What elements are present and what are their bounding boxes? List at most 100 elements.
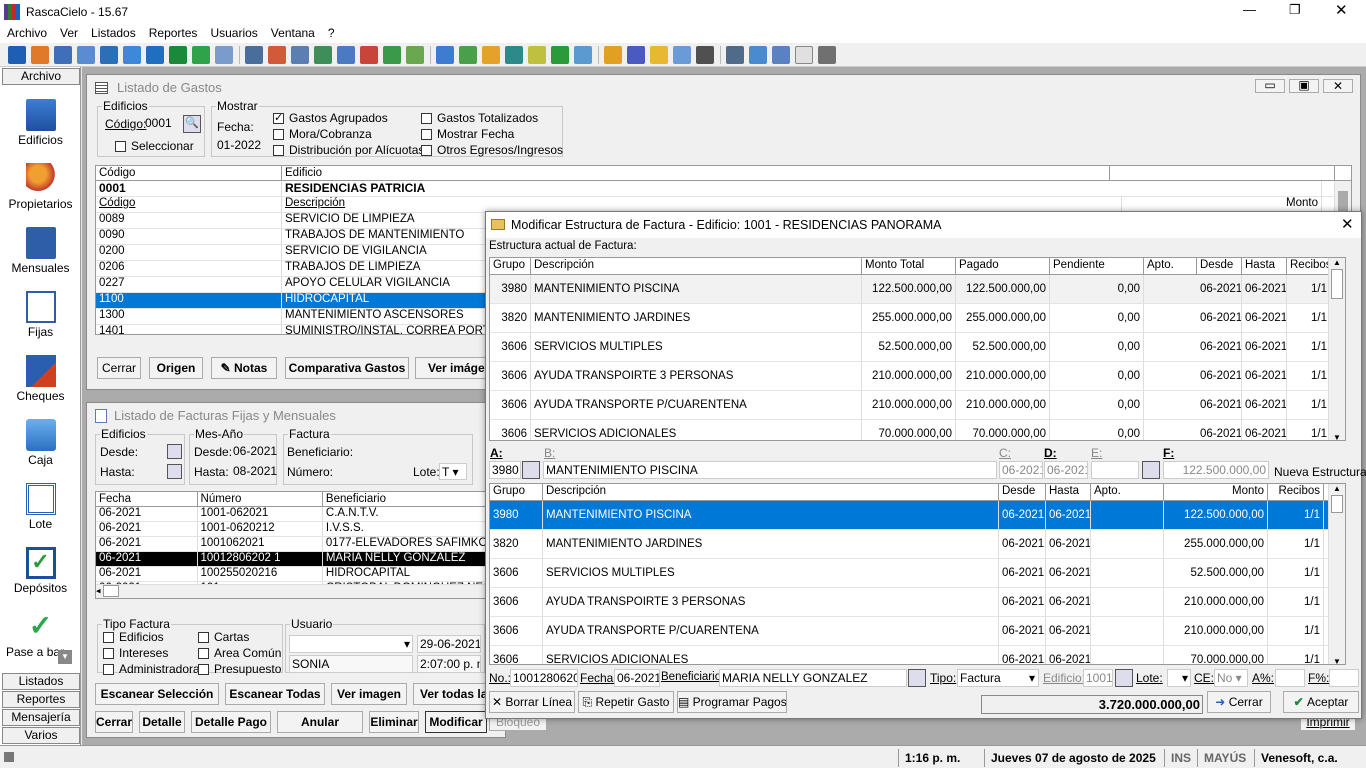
lote-select[interactable]: T ▾ <box>439 463 467 480</box>
repetir-gasto-button[interactable]: ⎘ Repetir Gasto <box>578 691 674 713</box>
check-area-comun[interactable]: Area Común <box>198 646 281 660</box>
col-beneficiario[interactable]: Beneficiario <box>323 492 506 506</box>
col-monto[interactable]: Monto <box>1164 484 1268 500</box>
mail-tool-icon[interactable] <box>673 45 691 64</box>
grid-tool-icon[interactable] <box>482 45 500 64</box>
usuario-select[interactable]: ▾ <box>289 635 413 653</box>
col-apto[interactable]: Apto. <box>1091 484 1164 500</box>
menu-help[interactable]: ? <box>321 24 341 40</box>
checkbox-box[interactable] <box>421 129 432 141</box>
checkbox-box[interactable] <box>103 664 114 676</box>
scroll-thumb[interactable] <box>1338 191 1348 211</box>
table-row[interactable]: 06-2021 1001-0620212 I.V.S.S. <box>96 522 506 537</box>
minimize-button[interactable]: — <box>1243 2 1256 17</box>
actual-scrollbar[interactable]: ▲ ▼ <box>1328 258 1345 440</box>
menu-reportes[interactable]: Reportes <box>142 24 204 40</box>
scroll-down-icon[interactable]: ▼ <box>1329 657 1345 664</box>
table-row[interactable]: 3606 AYUDA TRANSPOIRTE 3 PERSONAS 210.000.… <box>490 362 1345 391</box>
estructura-actual-grid[interactable]: Grupo Descripción Monto Total Pagado Pendien… <box>489 257 1346 441</box>
menu-ver[interactable]: Ver <box>53 24 84 40</box>
a-percent-input[interactable] <box>1275 669 1305 687</box>
col-apto[interactable]: Apto. <box>1144 258 1197 274</box>
sidebar-section-mensajeria[interactable]: Mensajería <box>2 709 80 726</box>
escanear-seleccion-button[interactable]: Escanear Selección <box>95 683 219 705</box>
check-edificios[interactable]: Edificios <box>103 630 164 644</box>
printer-tool-icon[interactable] <box>818 45 836 64</box>
check-cartas[interactable]: Cartas <box>198 630 249 644</box>
fecha-input[interactable]: 06-2021 <box>614 669 660 687</box>
table-row[interactable]: 3606 SERVICIOS MULTIPLES 06-2021 06-2021 52.… <box>490 559 1345 588</box>
sidebar-section-listados[interactable]: Listados <box>2 673 80 690</box>
ver-imagen-button[interactable]: Ver imagen <box>331 683 407 705</box>
gastos-close-button[interactable]: ✕ <box>1323 79 1353 93</box>
sidebar-item-caja[interactable]: Caja <box>0 419 81 467</box>
table-row[interactable]: 3820 MANTENIMIENTO JARDINES 255.000.000,00… <box>490 304 1345 333</box>
table-row[interactable]: 3606 SERVICIOS MULTIPLES 52.500.000,00 52.5… <box>490 333 1345 362</box>
checkbox-box[interactable] <box>198 632 209 644</box>
scroll-down-icon[interactable]: ▼ <box>1329 433 1345 440</box>
col-hasta[interactable]: Hasta <box>1046 484 1091 500</box>
image-tool-icon[interactable] <box>215 45 233 64</box>
search-icon[interactable] <box>522 461 540 479</box>
sidebar-item-depositos[interactable]: ✓ Depósitos <box>0 547 81 595</box>
codigo-input[interactable]: 0001 <box>143 115 183 133</box>
sidebar-section-reportes[interactable]: Reportes <box>2 691 80 708</box>
check-mostrar-fecha[interactable]: Mostrar Fecha <box>421 127 514 141</box>
mes-hasta-value[interactable]: 08-2021 <box>233 464 277 478</box>
sidebar-section-varios[interactable]: Varios <box>2 727 80 744</box>
detalle-pago-button[interactable]: Detalle Pago <box>191 711 271 733</box>
mes-desde-value[interactable]: 06-2021 <box>233 444 277 458</box>
col-fecha[interactable]: Fecha <box>96 492 198 506</box>
facturas-grid[interactable]: Fecha Número Beneficiario 06-2021 1001-0620… <box>95 491 507 599</box>
pen-tool-icon[interactable] <box>459 45 477 64</box>
h-scrollbar[interactable]: ◂ <box>96 584 506 598</box>
grupo-input[interactable]: 3980 <box>489 461 521 479</box>
scroll-thumb[interactable] <box>1331 495 1343 513</box>
close-button[interactable]: ✕ <box>1335 1 1348 19</box>
cerrar-button[interactable]: ➜ Cerrar <box>1207 691 1271 713</box>
checkbox-box[interactable] <box>273 129 284 141</box>
sidebar-item-fijas[interactable]: Fijas <box>0 291 81 339</box>
table-row[interactable]: 3606 AYUDA TRANSPOIRTE 3 PERSONAS 06-2021 0… <box>490 588 1345 617</box>
doc-edit-tool-icon[interactable] <box>337 45 355 64</box>
fixed-tool-icon[interactable] <box>77 45 95 64</box>
owners-tool-icon[interactable] <box>31 45 49 64</box>
menu-usuarios[interactable]: Usuarios <box>203 24 263 40</box>
checkbox-box[interactable] <box>421 113 432 125</box>
col-grupo[interactable]: Grupo <box>490 484 543 500</box>
borrar-linea-button[interactable]: ✕ Borrar Línea <box>489 691 575 713</box>
checkbox-box[interactable] <box>273 145 284 157</box>
table-row[interactable]: 3820 MANTENIMIENTO JARDINES 06-2021 06-2021… <box>490 530 1345 559</box>
lote-select[interactable]: ▾ <box>1167 669 1191 687</box>
search-icon[interactable] <box>908 669 926 687</box>
col-descripcion[interactable]: Descripción <box>543 484 999 500</box>
menu-listados[interactable]: Listados <box>84 24 142 40</box>
check-administradora[interactable]: Administradora <box>103 662 200 676</box>
checkbox-box[interactable] <box>273 111 284 125</box>
gastos-maximize-button[interactable]: ▣ <box>1289 79 1319 93</box>
report-tool-icon[interactable] <box>268 45 286 64</box>
check-intereses[interactable]: Intereses <box>103 646 168 660</box>
pass-tool-icon[interactable] <box>192 45 210 64</box>
open-folder-tool-icon[interactable] <box>650 45 668 64</box>
table-row[interactable]: 06-2021 100255020216 HIDROCAPITAL <box>96 567 506 582</box>
table-row[interactable]: 06-2021 1001-062021 C.A.N.T.V. <box>96 507 506 522</box>
money-tool-icon[interactable] <box>383 45 401 64</box>
dialog-close-button[interactable]: ✕ <box>1341 215 1354 233</box>
table-tool-icon[interactable] <box>505 45 523 64</box>
col-desde[interactable]: Desde <box>1197 258 1242 274</box>
search-icon[interactable] <box>1142 461 1160 479</box>
modificar-button[interactable]: Modificar <box>425 711 487 733</box>
checkbox-box[interactable] <box>103 648 114 660</box>
check-alicuotas[interactable]: Distribución por Alícuotas <box>273 143 424 157</box>
sheet-tool-icon[interactable] <box>749 45 767 64</box>
binoculars-tool-icon[interactable] <box>726 45 744 64</box>
check-gastos-agrupados[interactable]: Gastos Agrupados <box>273 111 388 125</box>
checkbox-box[interactable] <box>198 664 209 676</box>
bank-tool-icon[interactable] <box>551 45 569 64</box>
programar-pagos-button[interactable]: ▤ Programar Pagos <box>677 691 787 713</box>
table-row[interactable]: 3980 MANTENIMIENTO PISCINA 06-2021 06-2021 1… <box>490 501 1345 530</box>
calc-tool-icon[interactable] <box>528 45 546 64</box>
list-tool-icon[interactable] <box>245 45 263 64</box>
col-descripcion[interactable]: Descripción <box>531 258 862 274</box>
